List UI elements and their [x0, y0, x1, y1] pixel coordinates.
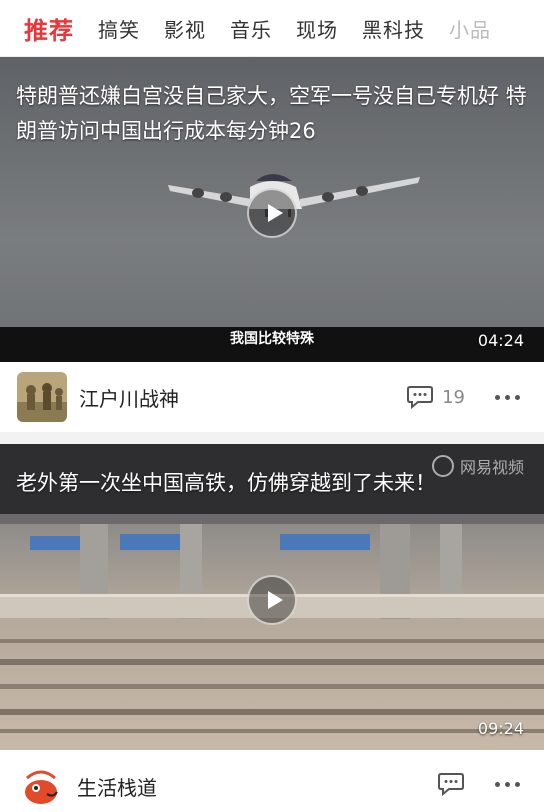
play-icon[interactable]	[247, 575, 297, 625]
tab-film[interactable]: 影视	[164, 14, 206, 43]
tab-tech[interactable]: 黑科技	[362, 14, 425, 43]
comment-icon	[407, 386, 434, 409]
video-duration: 09:24	[477, 719, 524, 738]
tab-recommend[interactable]: 推荐	[24, 11, 74, 46]
comment-icon	[438, 773, 464, 796]
video-meta-row-1: 江户川战神 19	[0, 362, 544, 432]
feed-divider	[0, 432, 544, 444]
comment-button[interactable]: 19	[406, 385, 465, 409]
video-title: 特朗普还嫌白宫没自己家大，空军一号没自己专机好 特朗普访问中国出行成本每分钟26	[16, 84, 527, 143]
video-card-2[interactable]: 网易视频 老外第一次坐中国高铁，仿佛穿越到了未来！ 09:24	[0, 444, 544, 750]
more-icon[interactable]	[495, 394, 520, 400]
tab-live[interactable]: 现场	[296, 14, 338, 43]
video-subtitle-caption: 我国比较特殊	[230, 331, 314, 347]
author-name[interactable]: 生活栈道	[77, 772, 437, 801]
tab-funny[interactable]: 搞笑	[98, 14, 140, 43]
more-icon[interactable]	[495, 782, 520, 787]
category-tab-bar: 推荐 搞笑 影视 音乐 现场 黑科技 小品	[0, 0, 544, 57]
avatar[interactable]	[17, 762, 65, 810]
tab-sketch[interactable]: 小品	[449, 14, 491, 43]
tab-music[interactable]: 音乐	[230, 14, 272, 43]
author-name[interactable]: 江户川战神	[79, 383, 406, 412]
video-meta-row-2: 生活栈道	[0, 750, 544, 812]
avatar[interactable]	[17, 372, 67, 422]
video-duration: 04:24	[477, 331, 524, 350]
video-card-1[interactable]: 特朗普还嫌白宫没自己家大，空军一号没自己专机好 特朗普访问中国出行成本每分钟26…	[0, 57, 544, 362]
comment-count: 19	[442, 386, 465, 408]
play-icon[interactable]	[247, 188, 297, 238]
comment-button[interactable]	[437, 772, 465, 796]
video-title: 老外第一次坐中国高铁，仿佛穿越到了未来！	[16, 471, 436, 495]
